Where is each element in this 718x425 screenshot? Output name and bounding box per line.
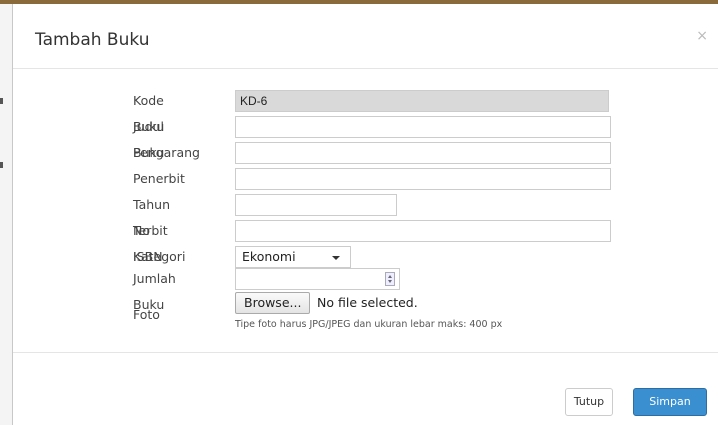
background-marker: [0, 98, 3, 104]
penerbit-input[interactable]: [235, 168, 611, 190]
no-isbn-input[interactable]: [235, 220, 611, 242]
pengarang-input[interactable]: [235, 142, 611, 164]
modal-header: Tambah Buku ×: [13, 4, 718, 69]
foto-label: Foto: [133, 307, 160, 322]
background-marker: [0, 162, 3, 168]
file-status-text: No file selected.: [317, 295, 418, 310]
modal-footer-divider: [13, 352, 718, 353]
kategori-selected-value: Ekonomi: [242, 249, 296, 264]
judul-buku-input[interactable]: [235, 116, 611, 138]
background-page-edge: [0, 4, 12, 425]
tutup-button[interactable]: Tutup: [565, 388, 613, 416]
kategori-select[interactable]: Ekonomi: [235, 246, 351, 268]
close-icon[interactable]: ×: [696, 28, 708, 44]
penerbit-label: Penerbit: [133, 171, 185, 186]
foto-hint-text: Tipe foto harus JPG/JPEG dan ukuran leba…: [235, 319, 503, 330]
tahun-terbit-input[interactable]: [235, 194, 397, 216]
chevron-down-icon: [332, 256, 340, 260]
pengarang-label: Pengarang: [133, 145, 200, 160]
row-foto: Foto Browse... No file selected. Tipe fo…: [13, 292, 718, 340]
simpan-button[interactable]: Simpan: [633, 388, 707, 416]
kode-buku-input[interactable]: KD-6: [235, 90, 609, 112]
browse-button[interactable]: Browse...: [235, 292, 311, 314]
modal-title: Tambah Buku: [35, 30, 150, 50]
jumlah-buku-input[interactable]: [235, 268, 400, 290]
add-book-modal: Tambah Buku × Kode Buku KD-6 Judul Buku …: [13, 4, 718, 425]
number-spinner-icon[interactable]: [385, 272, 395, 286]
